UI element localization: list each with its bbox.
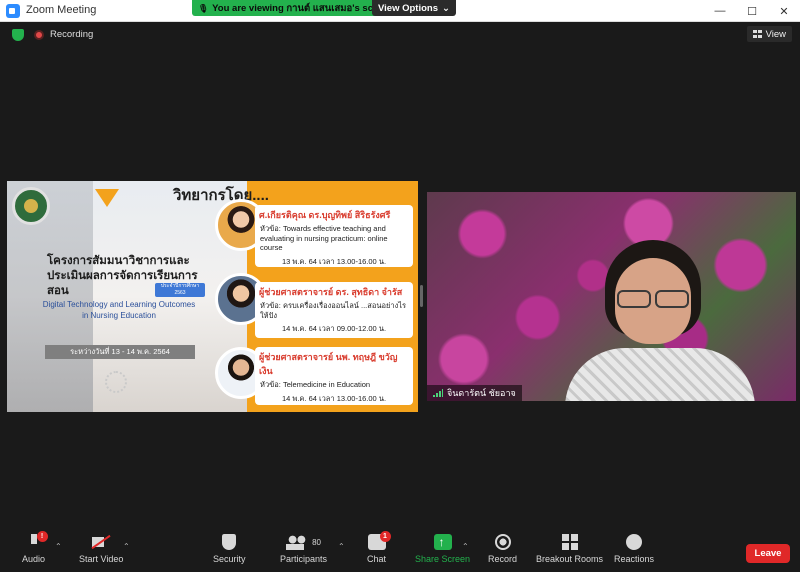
speaker-card-1: ศ.เกียรติคุณ ดร.บุญทิพย์ สิริธรังศรี หัว… bbox=[255, 205, 413, 267]
video-off-icon bbox=[92, 534, 111, 550]
faculty-logo bbox=[12, 187, 50, 225]
participant-glasses bbox=[617, 290, 689, 308]
speaker-topic: หัวข้อ: Telemedicine in Education bbox=[260, 380, 371, 389]
start-video-label: Start Video bbox=[79, 554, 124, 564]
signal-strength-icon bbox=[433, 389, 443, 397]
participant-name: จินดารัตน์ ชัยอาจ bbox=[447, 388, 516, 398]
participants-button[interactable]: 80 Participants bbox=[280, 534, 327, 564]
leave-button[interactable]: Leave bbox=[746, 544, 790, 563]
audio-alert-badge: ! bbox=[36, 531, 48, 542]
record-icon bbox=[494, 534, 511, 550]
window-titlebar: Zoom Meeting 🎙 You are viewing กานต์ แสน… bbox=[0, 0, 800, 22]
speaker-time: 14 พ.ค. 64 เวลา 13.00-16.00 น. bbox=[281, 393, 387, 403]
decorative-circle bbox=[105, 371, 127, 393]
speaker-topic: หัวข้อ: Towards effective teaching and e… bbox=[260, 224, 388, 252]
participant-video-tile[interactable]: จินดารัตน์ ชัยอาจ bbox=[427, 192, 796, 401]
window-title: Zoom Meeting bbox=[26, 4, 97, 16]
shield-icon bbox=[222, 534, 237, 550]
maximize-button[interactable]: ☐ bbox=[736, 0, 768, 22]
video-options-caret[interactable]: ⌃ bbox=[123, 542, 130, 551]
microphone-icon: ! bbox=[24, 531, 48, 550]
participants-icon bbox=[286, 534, 309, 550]
close-button[interactable]: ✕ bbox=[768, 0, 800, 22]
view-options-button[interactable]: View Options ⌄ bbox=[372, 0, 456, 16]
participant-shirt bbox=[565, 348, 755, 401]
mic-icon: 🎙 bbox=[198, 3, 209, 13]
meeting-toolbar: ! Audio ⌃ Start Video ⌃ Security 80 Part… bbox=[0, 528, 800, 572]
recording-icon bbox=[34, 30, 44, 40]
split-view-drag-handle[interactable] bbox=[420, 285, 423, 307]
audio-label: Audio bbox=[22, 554, 46, 564]
speaker-card-3: ผู้ช่วยศาสตราจารย์ นพ. ทฤษฎี ขวัญเงิน หั… bbox=[255, 347, 413, 405]
chat-button[interactable]: 1 Chat bbox=[367, 531, 391, 564]
record-label: Record bbox=[488, 554, 518, 564]
share-screen-icon bbox=[433, 534, 452, 550]
academic-year-badge: ประจำปีการศึกษา 2563 bbox=[155, 283, 205, 297]
speaker-topic: หัวข้อ: ครบเครื่องเรื่องออนไลน์ ...สอนอย… bbox=[260, 301, 407, 320]
view-options-label: View Options bbox=[378, 2, 439, 14]
smiley-icon bbox=[626, 534, 643, 550]
participant-name-tag: จินดารัตน์ ชัยอาจ bbox=[427, 385, 522, 401]
minimize-button[interactable]: — bbox=[704, 0, 736, 22]
decorative-triangle bbox=[95, 189, 119, 207]
speaker-name: ผู้ช่วยศาสตราจารย์ นพ. ทฤษฎี ขวัญเงิน bbox=[259, 352, 398, 376]
view-button[interactable]: View bbox=[746, 26, 792, 42]
speaker-name: ศ.เกียรติคุณ ดร.บุญทิพย์ สิริธรังศรี bbox=[259, 210, 391, 220]
audio-options-caret[interactable]: ⌃ bbox=[55, 542, 62, 551]
viewing-screen-banner: 🎙 You are viewing กานต์ แสนเสมอ's screen bbox=[192, 0, 400, 16]
chat-icon: 1 bbox=[367, 531, 391, 550]
participants-label: Participants bbox=[280, 554, 328, 564]
reactions-label: Reactions bbox=[614, 554, 655, 564]
event-period: ระหว่างวันที่ 13 - 14 พ.ค. 2564 bbox=[45, 345, 195, 359]
participant-video bbox=[565, 240, 755, 401]
speaker-card-2: ผู้ช่วยศาสตราจารย์ ดร. สุทธิดา จำรัส หัว… bbox=[255, 282, 413, 338]
chat-unread-badge: 1 bbox=[379, 531, 391, 542]
share-options-caret[interactable]: ⌃ bbox=[462, 542, 469, 551]
view-label: View bbox=[765, 28, 786, 40]
grid-icon bbox=[752, 30, 762, 38]
window-controls: — ☐ ✕ bbox=[704, 0, 800, 22]
viewing-screen-text: You are viewing กานต์ แสนเสมอ's screen bbox=[212, 2, 394, 14]
breakout-rooms-button[interactable]: Breakout Rooms bbox=[536, 534, 603, 564]
speaker-time: 13 พ.ค. 64 เวลา 13.00-16.00 น. bbox=[281, 256, 387, 266]
english-title: Digital Technology and Learning Outcomes… bbox=[42, 300, 196, 320]
zoom-app-icon bbox=[6, 4, 20, 18]
chat-label: Chat bbox=[367, 554, 387, 564]
reactions-button[interactable]: Reactions bbox=[614, 534, 654, 564]
participants-count: 80 bbox=[312, 537, 321, 547]
start-video-button[interactable]: Start Video bbox=[79, 534, 123, 564]
audio-button[interactable]: ! Audio bbox=[22, 531, 48, 564]
security-shield-icon[interactable] bbox=[12, 29, 24, 41]
chevron-down-icon: ⌄ bbox=[442, 2, 450, 14]
speaker-time: 14 พ.ค. 64 เวลา 09.00-12.00 น. bbox=[281, 324, 387, 333]
security-label: Security bbox=[213, 554, 246, 564]
share-screen-label: Share Screen bbox=[415, 554, 471, 564]
breakout-rooms-label: Breakout Rooms bbox=[536, 554, 604, 564]
meeting-area: Recording View วิทยากรโดย.... โครงการสัม… bbox=[0, 22, 800, 528]
recording-label: Recording bbox=[50, 29, 94, 40]
security-button[interactable]: Security bbox=[213, 534, 246, 564]
participants-options-caret[interactable]: ⌃ bbox=[338, 542, 345, 551]
shared-screen: วิทยากรโดย.... โครงการสัมมนาวิชาการและปร… bbox=[7, 181, 418, 412]
speaker-name: ผู้ช่วยศาสตราจารย์ ดร. สุทธิดา จำรัส bbox=[259, 287, 403, 297]
breakout-rooms-icon bbox=[561, 534, 578, 550]
record-button[interactable]: Record bbox=[488, 534, 517, 564]
